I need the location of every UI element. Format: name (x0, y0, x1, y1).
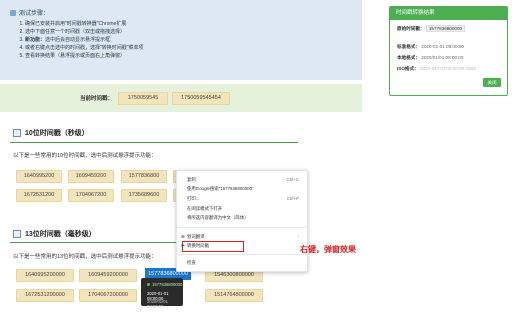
iso-value: 2020-01-01T00:00:00.000Z (419, 66, 476, 71)
timestamp-10-item[interactable]: 1672531200 (16, 189, 62, 202)
steps-list: 确保已安装并启用"时间戳转换器"Chrome扩展 选中下面任意一个时间戳（双击或… (15, 20, 144, 60)
timestamp-10-item[interactable]: 1640995200 (16, 170, 62, 183)
menu-shortcut-copy: Ctrl+C (286, 177, 299, 182)
original-value: 1577836800000 (425, 25, 466, 32)
tooltip-local: 2020/01/01 08:00:00 (147, 299, 168, 309)
info-icon (10, 9, 16, 16)
annotation-text: 右键，弹窗效果 (300, 245, 356, 254)
section-10-title: 10位时间戳（秒级） (13, 128, 89, 138)
tooltip-header: 1577836800000 (147, 282, 182, 287)
steps-title: 测试步骤： (19, 11, 50, 17)
step-4: 或者右键点击选中的时间戳，选择"转换时间戳"菜单项 (25, 44, 144, 52)
step-1: 确保已安装并启用"时间戳转换器"Chrome扩展 (25, 20, 144, 28)
calendar-icon (13, 230, 21, 238)
step-2: 选中下面任意一个时间戳（双击或拖拽选择） (25, 28, 144, 36)
step-5: 查看转换结果（悬浮提示或页面右上角弹窗） (25, 52, 144, 60)
section-13-title: 13位时间戳（毫秒级） (13, 229, 96, 239)
conversion-result-panel: 时间戳转换结果 原始时间戳： 1577836800000 标准格式： 2020-… (389, 6, 508, 96)
menu-item-translate-selection[interactable]: 将所选内容翻译为中文（简体） (187, 215, 248, 221)
timestamp-13-item[interactable]: 1672531200000 (16, 289, 74, 302)
result-local-row: 本地格式： 2020/01/01 08:00:00 (397, 55, 463, 61)
context-menu: 复制 Ctrl+C 使用Google搜索"1577836800000" 打印..… (176, 170, 308, 272)
tooltip-value: 1577836800000 (152, 282, 183, 287)
timestamp-13-item[interactable]: 1514764800000 (205, 289, 263, 302)
section-13-description: 以下是一些常用的13位时间戳，选中后测试悬浮提示功能： (13, 254, 157, 260)
menu-item-print[interactable]: 打印... (187, 196, 199, 202)
current-timestamp-bar: 当前时间戳： 1750059545 1750059545454 (0, 84, 362, 112)
menu-item-google-search[interactable]: 使用Google搜索"1577836800000" (187, 186, 254, 192)
hover-tooltip: 1577836800000 2020-01-01 08:00:00 2020/0… (141, 278, 183, 309)
timestamp-10-item[interactable]: 1609459200 (68, 170, 114, 183)
section-10-title-text: 10位时间戳（秒级） (25, 130, 89, 137)
menu-item-inspect[interactable]: 检查 (187, 260, 196, 266)
local-label: 本地格式： (397, 55, 420, 60)
iso-label: ISO格式： (397, 66, 419, 71)
status-dot-icon (147, 283, 150, 286)
section-13-divider (10, 242, 176, 243)
timestamp-10-item[interactable]: 1704067200 (68, 189, 114, 202)
result-iso-row: ISO格式： 2020-01-01T00:00:00.000Z (397, 66, 476, 72)
menu-shortcut-print: Ctrl+P (286, 196, 299, 201)
timestamp-10-item[interactable]: 1735689600 (121, 189, 167, 202)
convert-icon: ⟳ (181, 243, 185, 248)
current-timestamp-label: 当前时间戳： (80, 96, 114, 102)
menu-item-reading-mode[interactable]: 在阅读模式下打开 (187, 206, 222, 212)
result-std-row: 标准格式： 2020-01-01 08:00:00 (397, 44, 464, 50)
menu-item-copy[interactable]: 复制 (187, 177, 196, 183)
submenu-arrow-icon: › (297, 234, 299, 239)
section-10-description: 以下是一些常用的10位时间戳，选中后测试悬浮提示功能： (13, 153, 157, 159)
test-steps-panel: 测试步骤： 确保已安装并启用"时间戳转换器"Chrome扩展 选中下面任意一个时… (0, 0, 362, 80)
calendar-icon (13, 129, 21, 137)
step-3: 新功能：选中后会自动显示悬浮提示框 (25, 36, 144, 44)
current-timestamp-seconds[interactable]: 1750059545 (118, 92, 168, 105)
menu-separator (177, 227, 307, 228)
result-original-row: 原始时间戳： 1577836800000 (397, 25, 466, 32)
menu-item-word-translate[interactable]: 划词翻译 (187, 234, 205, 240)
timestamp-10-item[interactable]: 1577836800 (121, 170, 167, 183)
result-title: 时间戳转换结果 (390, 7, 507, 20)
std-value: 2020-01-01 08:00:00 (421, 44, 464, 49)
timestamp-13-item[interactable]: 1640995200000 (16, 269, 74, 282)
step-3-text: 选中后会自动显示悬浮提示框 (45, 37, 111, 43)
current-timestamp-millis[interactable]: 1750059545454 (172, 92, 230, 105)
timestamp-13-item[interactable]: 1609459200000 (79, 269, 137, 282)
timestamp-13-item[interactable]: 1704067200000 (79, 289, 137, 302)
menu-separator (177, 254, 307, 255)
steps-header: 测试步骤： (10, 8, 49, 17)
local-value: 2020/01/01 08:00:00 (421, 55, 464, 60)
std-label: 标准格式： (397, 44, 420, 49)
section-13-title-text: 13位时间戳（毫秒级） (25, 231, 96, 238)
translate-icon: ⊕ (181, 234, 185, 239)
original-label: 原始时间戳： (397, 26, 425, 31)
step-3-prefix: 新功能： (25, 37, 46, 43)
section-10-divider (10, 142, 298, 143)
menu-item-convert-timestamp[interactable]: 转换时间戳 (187, 243, 209, 249)
close-button[interactable]: 关闭 (483, 78, 501, 87)
